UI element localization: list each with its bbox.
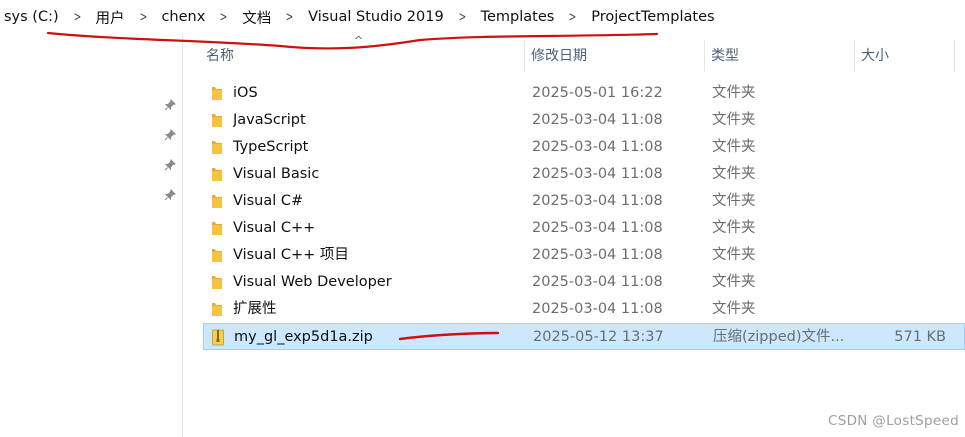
breadcrumb-item-users[interactable]: 用户 [92,7,129,28]
navigation-pane[interactable] [0,34,183,437]
file-date: 2025-03-04 11:08 [532,247,663,263]
breadcrumb-item-templates[interactable]: Templates [477,9,559,25]
column-header-row: ^ 名称 修改日期 类型 大小 [184,34,965,72]
folder-icon [209,247,225,264]
file-name: 扩展性 [233,301,277,317]
file-date: 2025-05-12 13:37 [533,329,664,345]
folder-icon [209,220,225,237]
chevron-right-icon[interactable]: > [452,10,472,25]
file-type: 文件夹 [712,301,756,317]
file-name: my_gl_exp5d1a.zip [234,329,373,345]
file-date: 2025-03-04 11:08 [532,193,663,209]
breadcrumb-item-visual-studio[interactable]: Visual Studio 2019 [304,9,448,25]
address-breadcrumb: sys (C:) > 用户 > chenx > 文档 > Visual Stud… [0,0,965,34]
folder-icon [209,193,225,210]
file-size [855,134,945,161]
watermark: CSDN @LostSpeed [828,413,959,429]
file-size [855,242,945,269]
zip-file-icon [210,329,226,346]
column-header-date[interactable]: 修改日期 [525,40,705,72]
file-row[interactable]: my_gl_exp5d1a.zip 2025-05-12 13:37 压缩(zi… [203,323,965,350]
file-date: 2025-03-04 11:08 [532,220,663,236]
file-size [855,215,945,242]
file-row[interactable]: iOS 2025-05-01 16:22 文件夹 [203,80,965,107]
file-type: 文件夹 [712,247,756,263]
folder-icon [209,166,225,183]
file-row[interactable]: Visual Web Developer 2025-03-04 11:08 文件… [203,269,965,296]
file-size [855,161,945,188]
file-size [855,80,945,107]
pin-icon[interactable] [163,128,177,142]
file-name: Visual Web Developer [233,274,392,290]
folder-icon [209,139,225,156]
file-type: 文件夹 [712,85,756,101]
chevron-right-icon[interactable]: > [133,10,153,25]
file-name: iOS [233,85,258,101]
pin-icon[interactable] [163,188,177,202]
file-row[interactable]: Visual C++ 2025-03-04 11:08 文件夹 [203,215,965,242]
folder-icon [209,85,225,102]
file-name: Visual C++ [233,220,316,236]
file-type: 文件夹 [712,112,756,128]
chevron-right-icon[interactable]: > [563,10,583,25]
pin-icon[interactable] [163,158,177,172]
file-name: Visual C++ 项目 [233,247,349,263]
file-type: 压缩(zipped)文件... [713,329,845,345]
file-size [855,188,945,215]
file-name: Visual C# [233,193,304,209]
file-date: 2025-03-04 11:08 [532,139,663,155]
file-date: 2025-03-04 11:08 [532,112,663,128]
file-size [855,296,945,323]
file-type: 文件夹 [712,274,756,290]
file-name: TypeScript [233,139,309,155]
file-row[interactable]: Visual C# 2025-03-04 11:08 文件夹 [203,188,965,215]
breadcrumb-item-drive[interactable]: sys (C:) [0,9,63,25]
breadcrumb-item-documents[interactable]: 文档 [238,7,275,28]
file-row[interactable]: Visual Basic 2025-03-04 11:08 文件夹 [203,161,965,188]
file-type: 文件夹 [712,193,756,209]
file-row[interactable]: JavaScript 2025-03-04 11:08 文件夹 [203,107,965,134]
column-header-name[interactable]: 名称 [200,40,525,72]
chevron-right-icon[interactable]: > [280,10,300,25]
breadcrumb-item-project-templates[interactable]: ProjectTemplates [587,9,718,25]
file-size [855,269,945,296]
file-date: 2025-05-01 16:22 [532,85,663,101]
chevron-right-icon[interactable]: > [214,10,234,25]
folder-icon [209,112,225,129]
folder-icon [209,301,225,318]
column-header-size[interactable]: 大小 [855,40,955,72]
file-type: 文件夹 [712,139,756,155]
file-date: 2025-03-04 11:08 [532,301,663,317]
file-row[interactable]: 扩展性 2025-03-04 11:08 文件夹 [203,296,965,323]
file-type: 文件夹 [712,166,756,182]
column-header-type[interactable]: 类型 [705,40,855,72]
pin-icon[interactable] [163,98,177,112]
file-date: 2025-03-04 11:08 [532,274,663,290]
file-name: JavaScript [233,112,306,128]
breadcrumb-item-user[interactable]: chenx [157,9,209,25]
file-name: Visual Basic [233,166,320,182]
file-size: 571 KB [894,329,946,345]
file-row[interactable]: Visual C++ 项目 2025-03-04 11:08 文件夹 [203,242,965,269]
file-row[interactable]: TypeScript 2025-03-04 11:08 文件夹 [203,134,965,161]
file-size [855,107,945,134]
file-date: 2025-03-04 11:08 [532,166,663,182]
chevron-right-icon[interactable]: > [67,10,87,25]
file-list: iOS 2025-05-01 16:22 文件夹 JavaScript 2025… [203,80,965,350]
folder-icon [209,274,225,291]
file-type: 文件夹 [712,220,756,236]
